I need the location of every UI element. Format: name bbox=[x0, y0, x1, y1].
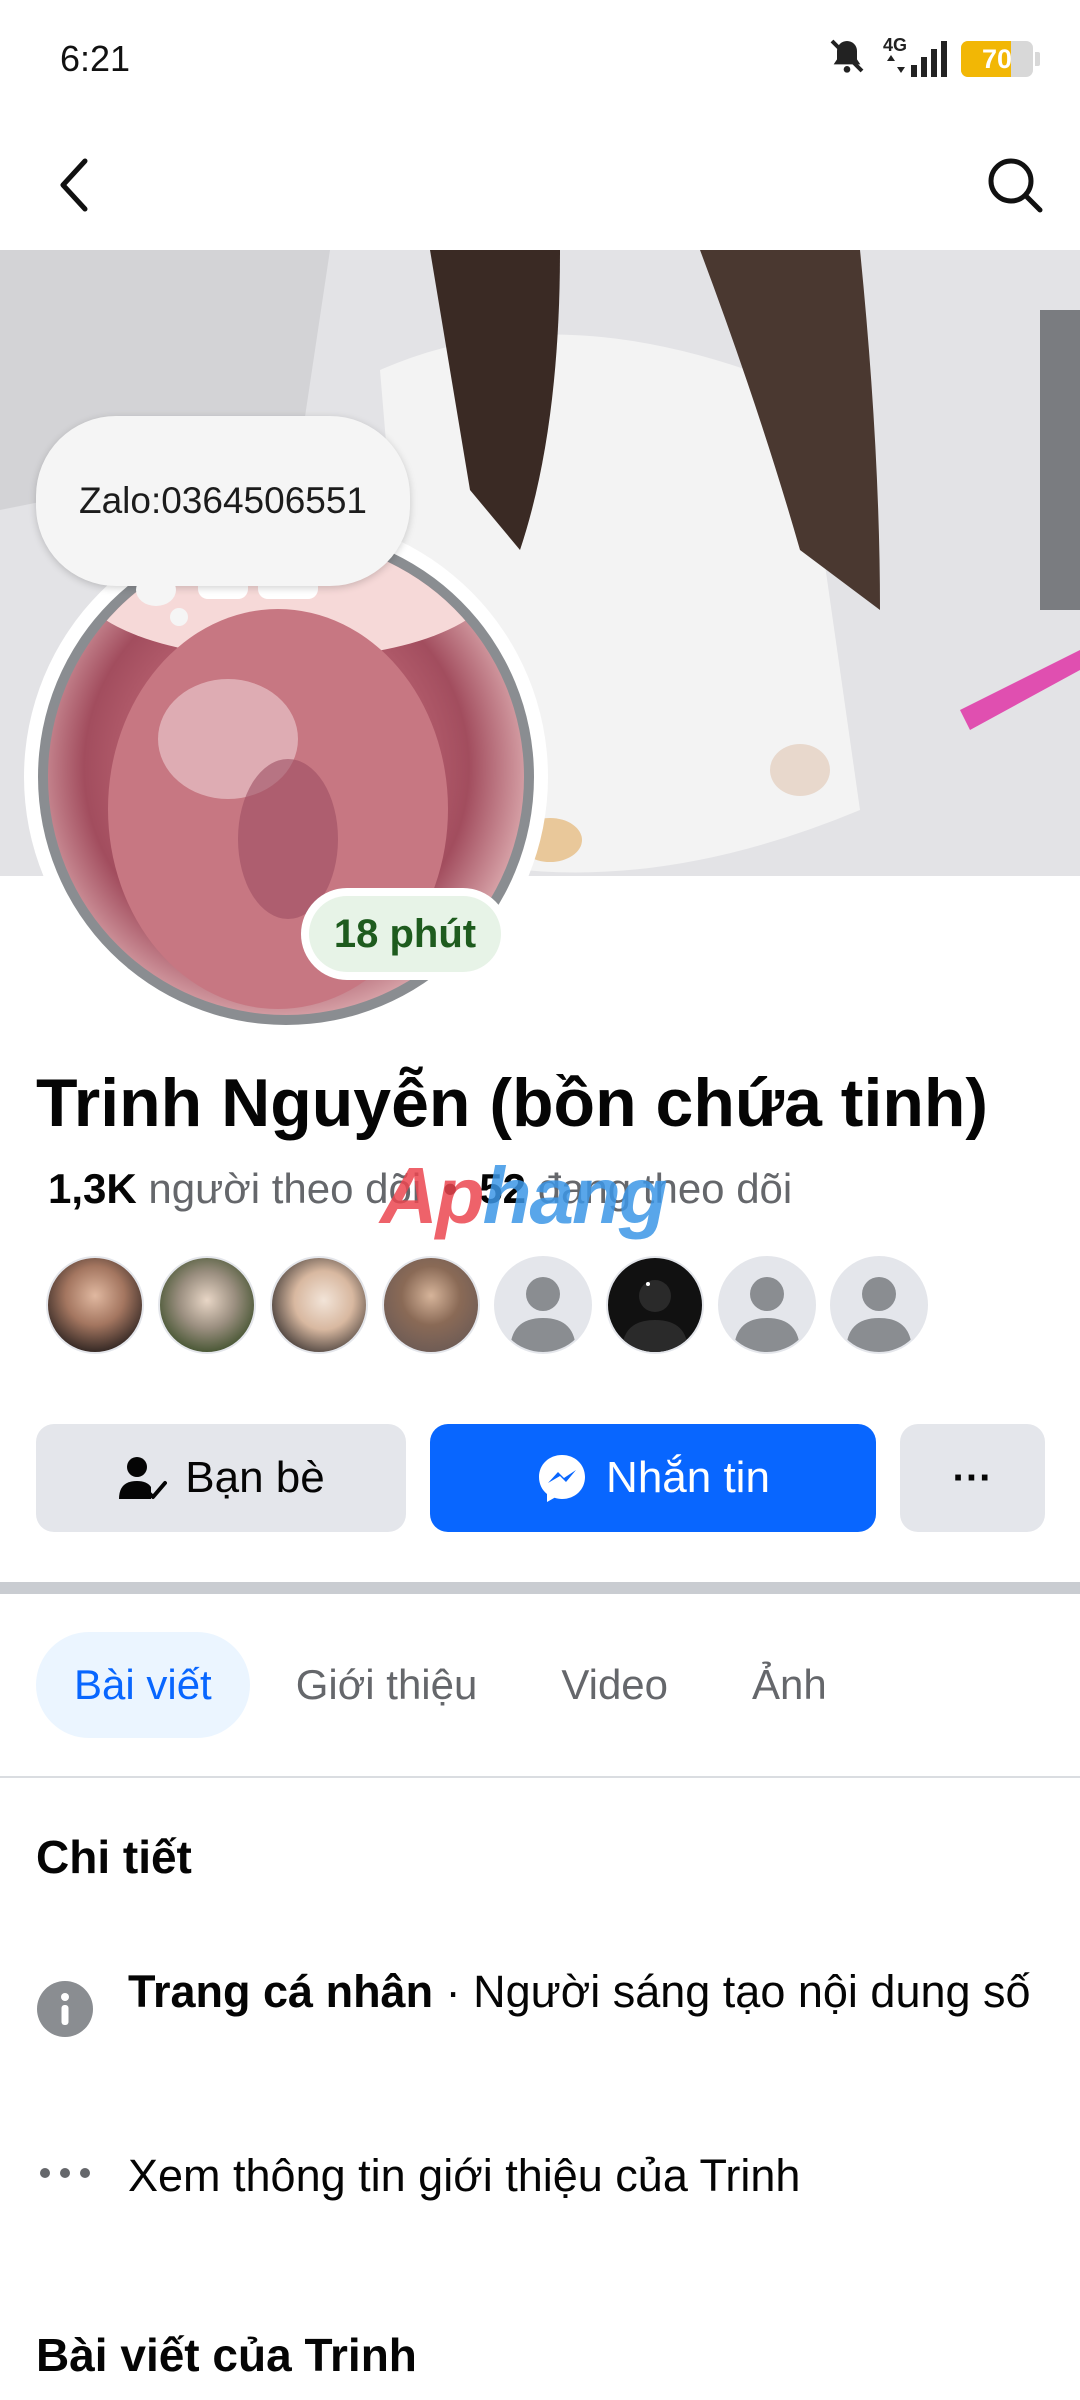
search-button[interactable] bbox=[980, 150, 1050, 220]
tab-about[interactable]: Giới thiệu bbox=[258, 1632, 516, 1738]
details-title: Chi tiết bbox=[36, 1831, 192, 1883]
battery-level: 70 bbox=[981, 43, 1013, 74]
top-nav bbox=[0, 120, 1080, 250]
more-horizontal-icon bbox=[40, 2168, 90, 2178]
page-type-category: · Người sáng tạo nội dung số bbox=[433, 1966, 1031, 2017]
see-about-row[interactable]: Xem thông tin giới thiệu của Trinh bbox=[36, 2144, 1036, 2208]
default-user-icon bbox=[734, 1277, 800, 1352]
default-user-icon bbox=[846, 1277, 912, 1352]
watermark-part2: hang bbox=[482, 1151, 668, 1240]
friend-avatar-default[interactable] bbox=[718, 1256, 816, 1354]
back-button[interactable] bbox=[40, 150, 110, 220]
friend-avatar-default[interactable] bbox=[494, 1256, 592, 1354]
posts-section-title: Bài viết của Trinh bbox=[36, 2329, 417, 2381]
signal-icon: 4G bbox=[881, 35, 947, 79]
more-options-button[interactable]: ··· bbox=[900, 1424, 1045, 1532]
friend-avatar[interactable] bbox=[270, 1256, 368, 1354]
more-dots-icon: ··· bbox=[952, 1455, 993, 1500]
friends-button-label: Bạn bè bbox=[185, 1453, 325, 1502]
active-status-text: 18 phút bbox=[309, 896, 501, 972]
profile-note-text: Zalo:0364506551 bbox=[78, 480, 368, 521]
friend-avatar[interactable] bbox=[606, 1256, 704, 1354]
watermark-part1: Ap bbox=[380, 1151, 485, 1240]
followers-count: 1,3K bbox=[48, 1165, 137, 1212]
default-user-icon bbox=[510, 1277, 576, 1352]
friend-avatar-default[interactable] bbox=[830, 1256, 928, 1354]
friend-avatar[interactable] bbox=[382, 1256, 480, 1354]
friend-avatar[interactable] bbox=[46, 1256, 144, 1354]
friend-avatar[interactable] bbox=[158, 1256, 256, 1354]
page-type-label: Trang cá nhân bbox=[128, 1966, 434, 2017]
back-arrow-icon bbox=[60, 158, 88, 212]
see-about-text: Xem thông tin giới thiệu của Trinh bbox=[128, 2150, 801, 2201]
active-status-badge: 18 phút bbox=[301, 888, 509, 980]
message-button[interactable]: Nhắn tin bbox=[430, 1424, 876, 1532]
messenger-icon bbox=[539, 1455, 586, 1502]
status-bar: 6:21 4G 70 bbox=[0, 0, 1080, 120]
status-time: 6:21 bbox=[60, 38, 131, 79]
profile-name: Trinh Nguyễn (bồn chứa tinh) bbox=[36, 1065, 989, 1141]
status-icons: 4G 70 bbox=[827, 35, 1040, 81]
bell-muted-icon bbox=[827, 36, 867, 81]
page-type-text: Trang cá nhân · Người sáng tạo nội dung … bbox=[128, 1960, 1031, 2024]
note-bubble-tail-small bbox=[170, 608, 188, 626]
battery-tip bbox=[1035, 51, 1040, 66]
tab-posts[interactable]: Bài viết bbox=[36, 1632, 250, 1738]
watermark-logo: Aphang bbox=[380, 1150, 668, 1242]
profile-note-bubble[interactable]: Zalo:0364506551 bbox=[36, 416, 410, 586]
info-icon bbox=[37, 1981, 93, 2037]
friends-button[interactable]: Bạn bè bbox=[36, 1424, 406, 1532]
tab-videos[interactable]: Video bbox=[523, 1632, 706, 1738]
friend-check-icon bbox=[119, 1457, 168, 1499]
search-icon bbox=[988, 158, 1043, 213]
note-bubble-tail bbox=[136, 574, 176, 606]
mutual-friends-row[interactable] bbox=[46, 1256, 928, 1354]
tab-photos[interactable]: Ảnh bbox=[714, 1632, 865, 1738]
page-type-row: Trang cá nhân · Người sáng tạo nội dung … bbox=[36, 1960, 1036, 2038]
tabs-divider bbox=[0, 1776, 1080, 1778]
battery-icon: 70 bbox=[961, 40, 1033, 77]
profile-tabs: Bài viết Giới thiệu Video Ảnh bbox=[36, 1632, 865, 1738]
message-button-label: Nhắn tin bbox=[606, 1453, 770, 1502]
section-divider bbox=[0, 1582, 1080, 1594]
